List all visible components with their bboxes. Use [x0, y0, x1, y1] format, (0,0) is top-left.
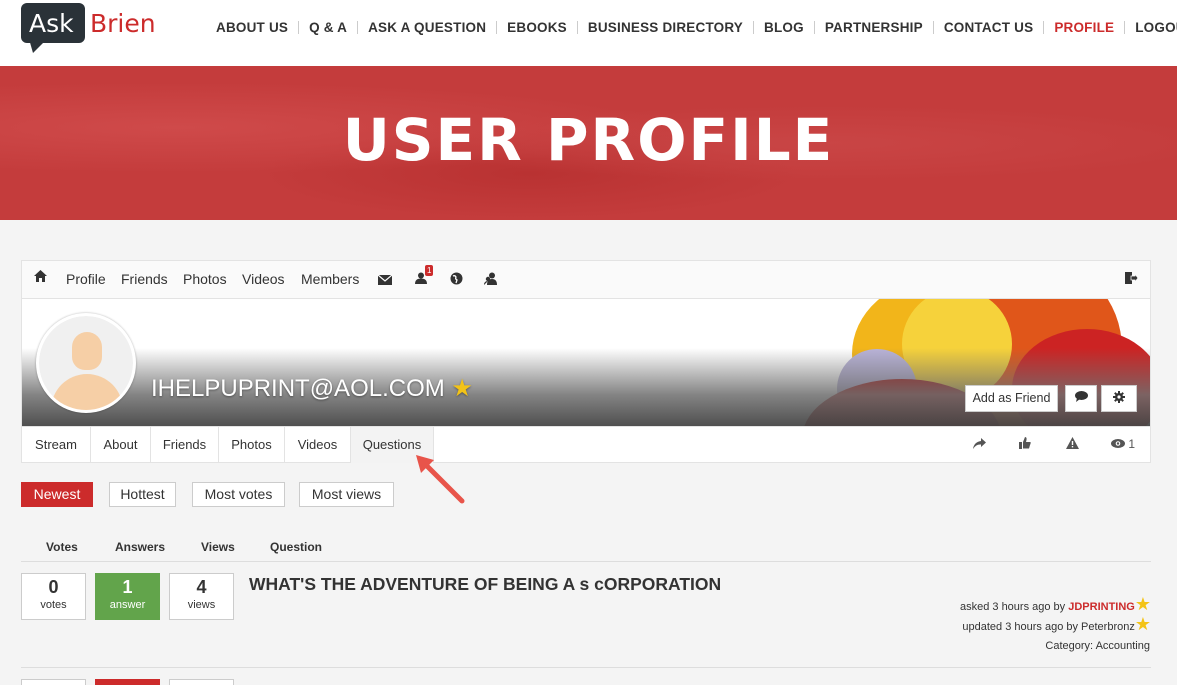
page-banner: USER PROFILE [0, 66, 1177, 220]
next-votes-box [21, 679, 86, 685]
answers-box: 1 answer [95, 573, 160, 620]
envelope-icon[interactable] [377, 273, 393, 288]
views-count: 4 [196, 577, 207, 597]
column-question: Question [270, 540, 323, 554]
nav-about-us[interactable]: ABOUT US [206, 20, 298, 35]
share-icon[interactable] [973, 437, 986, 452]
asked-text: asked 3 hours ago by [959, 601, 1066, 613]
toolbar-profile[interactable]: Profile [66, 271, 106, 287]
toolbar-photos[interactable]: Photos [183, 271, 227, 287]
site-logo[interactable]: Ask Brien [21, 3, 161, 55]
votes-count: 0 [48, 577, 59, 597]
username-text: IHELPUPRINT@AOL.COM [151, 375, 445, 402]
updated-by-user-link[interactable]: Peterbronz [1081, 621, 1135, 633]
page-title: USER PROFILE [342, 106, 835, 174]
annotation-arrow-icon [416, 455, 465, 504]
filter-most-views[interactable]: Most views [299, 482, 394, 507]
tab-photos[interactable]: Photos [219, 427, 285, 463]
tab-about[interactable]: About [91, 427, 151, 463]
nav-partnership[interactable]: PARTNERSHIP [815, 20, 933, 35]
votes-label: votes [40, 599, 67, 611]
nav-ebooks[interactable]: EBOOKS [497, 20, 577, 35]
eye-icon [1111, 439, 1125, 448]
star-icon: ★ [1134, 614, 1151, 634]
add-friend-button[interactable]: Add as Friend [965, 385, 1058, 412]
globe-icon[interactable] [450, 272, 463, 288]
warning-icon[interactable] [1066, 437, 1079, 452]
logo-ask-text: Ask [29, 9, 74, 38]
updated-meta: updated 3 hours ago by Peterbronz★ [962, 614, 1151, 635]
tab-stream[interactable]: Stream [22, 427, 91, 463]
answers-count: 1 [122, 577, 133, 597]
next-question-row [0, 679, 1177, 685]
profile-tabs: Stream About Friends Photos Videos Quest… [22, 426, 1150, 463]
home-icon[interactable] [34, 270, 47, 285]
profile-cover: IHELPUPRINT@AOL.COM ★ Add as Friend [22, 299, 1150, 426]
column-views: Views [201, 540, 235, 554]
tab-friends[interactable]: Friends [151, 427, 219, 463]
votes-box: 0 votes [21, 573, 86, 620]
nav-logout[interactable]: LOGOUT [1125, 20, 1177, 35]
updated-text: updated 3 hours ago by [962, 621, 1078, 633]
profile-username: IHELPUPRINT@AOL.COM ★ [151, 374, 473, 403]
logo-bubble-tail [29, 39, 47, 53]
comment-icon [1074, 391, 1088, 402]
next-answers-box [95, 679, 160, 685]
filter-hottest[interactable]: Hottest [109, 482, 176, 507]
nav-qa[interactable]: Q & A [299, 20, 357, 35]
nav-profile[interactable]: PROFILE [1044, 20, 1124, 35]
main-nav: ABOUT US Q & A ASK A QUESTION EBOOKS BUS… [206, 20, 1177, 35]
views-box: 4 views [169, 573, 234, 620]
question-title-link[interactable]: WHAT'S THE ADVENTURE OF BEING A s cORPOR… [249, 574, 721, 595]
nav-business-directory[interactable]: BUSINESS DIRECTORY [578, 20, 753, 35]
category-label: Category: [1045, 640, 1094, 652]
notification-badge: 1 [425, 265, 434, 276]
profile-toolbar: Profile Friends Photos Videos Members 1 [22, 261, 1150, 299]
tab-videos[interactable]: Videos [285, 427, 351, 463]
star-icon: ★ [451, 375, 473, 402]
filter-newest[interactable]: Newest [21, 482, 93, 507]
message-button[interactable] [1065, 385, 1097, 412]
asked-meta: asked 3 hours ago by JDPRINTING★ [960, 594, 1151, 615]
toolbar-videos[interactable]: Videos [242, 271, 285, 287]
like-icon[interactable] [1019, 437, 1031, 452]
category-meta: Category: Accounting [1045, 640, 1150, 652]
views-count: 1 [1128, 437, 1136, 451]
logout-icon[interactable] [1124, 271, 1139, 288]
nav-contact-us[interactable]: CONTACT US [934, 20, 1044, 35]
avatar-head [72, 332, 102, 370]
nav-blog[interactable]: BLOG [754, 20, 814, 35]
column-answers: Answers [115, 540, 166, 554]
divider [21, 667, 1151, 668]
star-icon: ★ [1134, 594, 1151, 614]
users-icon[interactable] [484, 272, 498, 288]
nav-ask-question[interactable]: ASK A QUESTION [358, 20, 496, 35]
toolbar-friends[interactable]: Friends [121, 271, 168, 287]
logo-brien-text: Brien [90, 9, 156, 38]
settings-button[interactable] [1101, 385, 1137, 412]
asked-by-user-link[interactable]: JDPRINTING [1068, 601, 1135, 613]
toolbar-members[interactable]: Members [301, 271, 359, 287]
column-votes: Votes [46, 540, 78, 554]
category-link[interactable]: Accounting [1096, 640, 1150, 652]
filter-most-votes[interactable]: Most votes [192, 482, 285, 507]
next-views-box [169, 679, 234, 685]
views-counter: 1 [1111, 437, 1135, 451]
profile-card: Profile Friends Photos Videos Members 1 [21, 260, 1151, 463]
views-label: views [187, 599, 216, 611]
gear-icon [1113, 391, 1125, 403]
divider [21, 561, 1151, 562]
answers-label: answer [109, 599, 146, 611]
site-header: Ask Brien ABOUT US Q & A ASK A QUESTION … [0, 0, 1177, 66]
avatar[interactable] [36, 313, 136, 413]
